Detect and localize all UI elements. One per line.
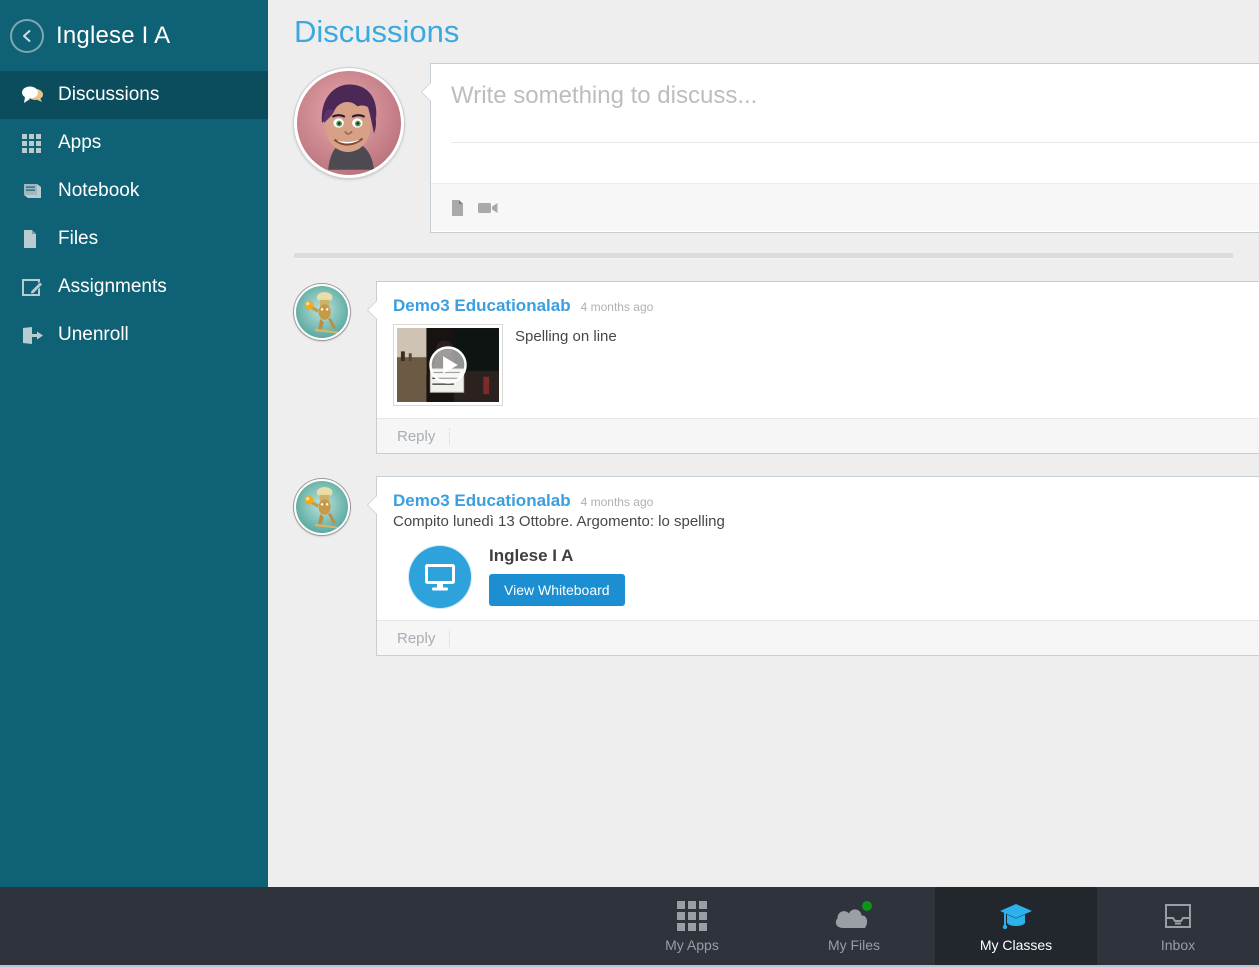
sidebar-item-label: Files	[58, 228, 99, 249]
chevron-left-circle-icon[interactable]	[10, 18, 44, 53]
main-content: Discussions Write something to discuss..…	[268, 0, 1259, 890]
sidebar-item-unenroll[interactable]: Unenroll	[0, 311, 268, 359]
discussion-post: Demo3 Educationalab 4 months ago Compito…	[268, 476, 1259, 656]
speech-bubbles-icon	[22, 83, 52, 107]
sidebar-item-discussions[interactable]: Discussions	[0, 71, 268, 119]
whiteboard-attachment: Inglese I A View Whiteboard	[393, 546, 1259, 608]
post-timestamp: 4 months ago	[580, 495, 654, 509]
composer-bubble: Write something to discuss...	[421, 63, 1259, 233]
post-timestamp: 4 months ago	[580, 300, 654, 314]
inbox-tray-icon	[1164, 899, 1192, 933]
sidebar-item-label: Discussions	[58, 84, 160, 105]
discussion-post: Demo3 Educationalab 4 months ago Spellin…	[268, 281, 1259, 454]
bottom-tab-label: My Classes	[979, 937, 1053, 953]
page-title: Discussions	[294, 14, 460, 49]
sidebar-item-label: Apps	[58, 132, 102, 153]
sidebar-item-assignments[interactable]: Assignments	[0, 263, 268, 311]
composer-toolbar	[431, 183, 1259, 231]
attach-file-icon[interactable]	[451, 199, 464, 216]
whiteboard-meta: Inglese I A View Whiteboard	[489, 546, 625, 606]
post-header: Demo3 Educationalab 4 months ago	[393, 296, 1259, 316]
status-badge	[862, 901, 872, 911]
discussion-composer: Write something to discuss...	[268, 63, 1259, 233]
teacher-avatar	[296, 286, 348, 338]
post-author[interactable]: Demo3 Educationalab	[393, 491, 571, 511]
cloud-icon	[832, 899, 876, 933]
post-media: Spelling on line	[393, 324, 1259, 406]
app-window: Inglese I A Discussions Apps Notebook Fi…	[0, 0, 1259, 967]
avatar[interactable]	[294, 68, 404, 178]
section-divider	[294, 253, 1233, 259]
bottom-tab-inbox[interactable]: Inbox	[1097, 887, 1259, 965]
video-thumbnail[interactable]	[393, 324, 503, 406]
pencil-square-icon	[22, 275, 52, 299]
composer-placeholder: Write something to discuss...	[451, 82, 1259, 143]
post-bubble: Demo3 Educationalab 4 months ago Compito…	[367, 476, 1259, 656]
post-bubble: Demo3 Educationalab 4 months ago Spellin…	[367, 281, 1259, 454]
sidebar-item-notebook[interactable]: Notebook	[0, 167, 268, 215]
bottom-tab-label: My Files	[827, 937, 881, 953]
post-reply-bar: Reply	[377, 418, 1259, 453]
notebook-icon	[22, 179, 52, 203]
view-whiteboard-button[interactable]: View Whiteboard	[489, 574, 625, 606]
course-sidebar: Inglese I A Discussions Apps Notebook Fi…	[0, 0, 268, 890]
post-media-caption: Spelling on line	[515, 328, 617, 345]
discussion-input[interactable]: Write something to discuss...	[431, 64, 1259, 183]
grid-icon	[677, 899, 707, 933]
sidebar-item-label: Assignments	[58, 276, 167, 297]
whiteboard-title: Inglese I A	[489, 546, 574, 565]
student-avatar	[297, 71, 401, 175]
course-title: Inglese I A	[56, 21, 171, 49]
sign-out-icon	[22, 323, 52, 347]
bottom-tab-my-files[interactable]: My Files	[773, 887, 935, 965]
sidebar-item-files[interactable]: Files	[0, 215, 268, 263]
video-frame	[397, 328, 499, 402]
bottom-tab-label: My Apps	[665, 937, 719, 953]
post-body: Demo3 Educationalab 4 months ago Spellin…	[377, 282, 1259, 418]
bottom-nav-spacer	[0, 887, 611, 965]
graduation-cap-icon	[999, 899, 1033, 933]
video-camera-icon[interactable]	[478, 201, 498, 215]
teacher-avatar	[296, 481, 348, 533]
post-author[interactable]: Demo3 Educationalab	[393, 296, 571, 316]
sidebar-nav: Discussions Apps Notebook Files Assignme…	[0, 71, 268, 359]
grid-icon	[22, 131, 52, 155]
sidebar-item-label: Notebook	[58, 180, 140, 201]
post-body: Demo3 Educationalab 4 months ago Compito…	[377, 477, 1259, 620]
avatar[interactable]	[294, 284, 350, 340]
bottom-navigation: My Apps My Files My Classes Inbox	[0, 887, 1259, 967]
post-text: Compito lunedì 13 Ottobre. Argomento: lo…	[393, 513, 725, 530]
sidebar-item-label: Unenroll	[58, 324, 129, 345]
post-header: Demo3 Educationalab 4 months ago	[393, 491, 1259, 511]
bottom-tab-my-apps[interactable]: My Apps	[611, 887, 773, 965]
sidebar-item-apps[interactable]: Apps	[0, 119, 268, 167]
sidebar-header: Inglese I A	[0, 0, 268, 71]
post-reply-bar: Reply	[377, 620, 1259, 655]
monitor-icon	[409, 546, 471, 608]
reply-button[interactable]: Reply	[397, 427, 451, 445]
avatar[interactable]	[294, 479, 350, 535]
bottom-tab-label: Inbox	[1160, 937, 1196, 953]
file-icon	[22, 227, 52, 251]
play-icon	[429, 346, 467, 384]
reply-button[interactable]: Reply	[397, 629, 451, 647]
bottom-tab-my-classes[interactable]: My Classes	[935, 887, 1097, 965]
